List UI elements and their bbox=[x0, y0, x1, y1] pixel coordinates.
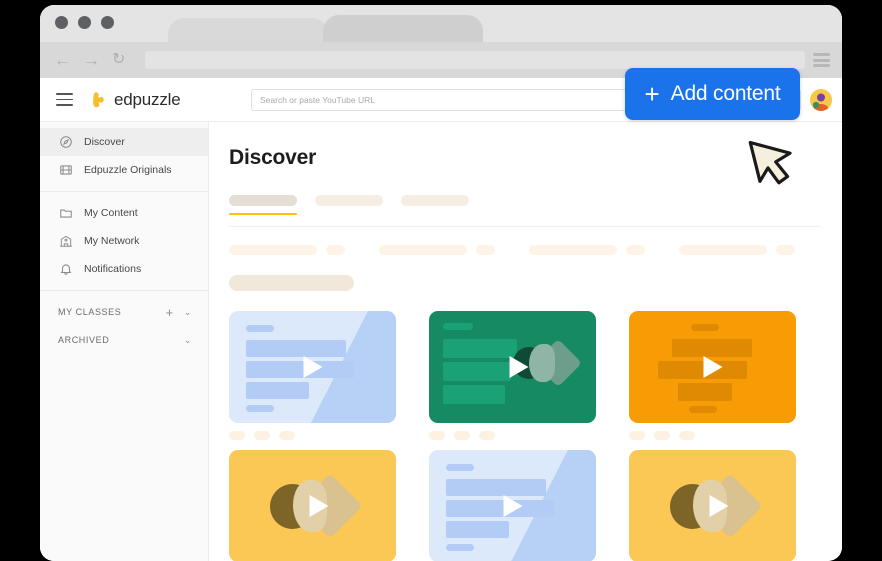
card-meta-placeholders bbox=[429, 431, 596, 440]
sidebar-section-archived[interactable]: ARCHIVED ⌄ bbox=[40, 326, 208, 354]
play-icon bbox=[503, 495, 522, 517]
chrome-menu-icon[interactable] bbox=[813, 53, 830, 67]
sidebar-section-label: MY CLASSES bbox=[58, 307, 122, 317]
maximize-window-dot[interactable] bbox=[101, 16, 114, 29]
card-item[interactable] bbox=[429, 450, 596, 561]
sidebar-item-discover[interactable]: Discover bbox=[40, 128, 208, 156]
chevron-down-icon[interactable]: ⌄ bbox=[184, 335, 192, 346]
sidebar-item-my-content[interactable]: My Content bbox=[40, 199, 208, 227]
filter-placeholder-dot bbox=[476, 245, 495, 255]
card-thumbnail[interactable] bbox=[229, 450, 396, 561]
sidebar-divider-2 bbox=[40, 290, 208, 291]
chevron-down-icon[interactable]: ⌄ bbox=[184, 307, 192, 318]
window-traffic-lights bbox=[55, 16, 114, 29]
avatar[interactable] bbox=[810, 89, 832, 111]
card-meta-placeholders bbox=[629, 431, 796, 440]
sidebar-item-label: My Network bbox=[84, 235, 140, 247]
close-window-dot[interactable] bbox=[55, 16, 68, 29]
sidebar: Discover Edpuzzle Originals My Content M… bbox=[40, 122, 209, 561]
sidebar-item-label: Discover bbox=[84, 136, 125, 148]
filter-placeholder-row bbox=[229, 245, 842, 255]
back-icon[interactable]: ← bbox=[54, 52, 71, 69]
filter-placeholder-dot bbox=[626, 245, 645, 255]
thumb-shape-blob bbox=[529, 344, 555, 382]
app-body: Discover Edpuzzle Originals My Content M… bbox=[40, 122, 842, 561]
play-icon bbox=[509, 356, 529, 378]
sidebar-section-label: ARCHIVED bbox=[58, 335, 110, 345]
sidebar-divider-1 bbox=[40, 191, 208, 192]
filter-placeholder-dot bbox=[326, 245, 345, 255]
hamburger-icon[interactable] bbox=[56, 93, 73, 106]
add-content-button[interactable]: + Add content bbox=[625, 68, 800, 120]
browser-tab-2[interactable] bbox=[323, 15, 483, 42]
card-grid bbox=[229, 311, 842, 561]
play-icon bbox=[709, 495, 729, 517]
card-item[interactable] bbox=[229, 450, 396, 561]
film-strip-icon bbox=[58, 163, 73, 178]
brand-name: edpuzzle bbox=[114, 89, 181, 109]
card-thumbnail[interactable] bbox=[629, 450, 796, 561]
compass-icon bbox=[58, 135, 73, 150]
reload-icon[interactable]: ↻ bbox=[112, 52, 125, 68]
card-item[interactable] bbox=[229, 311, 396, 440]
sidebar-item-label: My Content bbox=[84, 207, 138, 219]
forward-icon[interactable]: → bbox=[83, 52, 100, 69]
card-row bbox=[229, 311, 842, 440]
bell-icon bbox=[58, 262, 73, 277]
sidebar-item-edpuzzle-originals[interactable]: Edpuzzle Originals bbox=[40, 156, 208, 184]
tab-placeholder[interactable] bbox=[401, 195, 469, 206]
minimize-window-dot[interactable] bbox=[78, 16, 91, 29]
play-icon bbox=[703, 356, 722, 378]
card-item[interactable] bbox=[429, 311, 596, 440]
browser-tab-1[interactable] bbox=[168, 18, 328, 42]
card-thumbnail[interactable] bbox=[229, 311, 396, 423]
card-thumbnail[interactable] bbox=[429, 450, 596, 561]
card-thumbnail[interactable] bbox=[429, 311, 596, 423]
search-placeholder: Search or paste YouTube URL bbox=[260, 95, 375, 105]
browser-tab-bar bbox=[40, 5, 842, 42]
card-item[interactable] bbox=[629, 450, 796, 561]
filter-placeholder-bar bbox=[229, 245, 317, 255]
sidebar-section-my-classes[interactable]: MY CLASSES + ⌄ bbox=[40, 298, 208, 326]
card-thumbnail[interactable] bbox=[629, 311, 796, 423]
filter-placeholder-dot bbox=[776, 245, 795, 255]
avatar-illustration bbox=[810, 89, 832, 111]
play-icon bbox=[303, 356, 322, 378]
main-content: Discover bbox=[209, 122, 842, 561]
card-row bbox=[229, 450, 842, 561]
add-class-icon[interactable]: + bbox=[166, 305, 174, 320]
card-item[interactable] bbox=[629, 311, 796, 440]
play-icon bbox=[309, 495, 329, 517]
add-content-label: Add content bbox=[670, 82, 781, 105]
screenshot-root: ← → ↻ edpuzzle Search or paste YouTube U… bbox=[0, 0, 882, 561]
sidebar-item-label: Notifications bbox=[84, 263, 142, 275]
plus-icon: + bbox=[644, 79, 660, 109]
sidebar-item-label: Edpuzzle Originals bbox=[84, 164, 172, 176]
tab-placeholder-selected[interactable] bbox=[229, 195, 297, 215]
section-heading-placeholder bbox=[229, 275, 354, 291]
brand-logo[interactable]: edpuzzle bbox=[90, 89, 181, 110]
filter-placeholder-bar bbox=[529, 245, 617, 255]
card-meta-placeholders bbox=[229, 431, 396, 440]
sidebar-item-my-network[interactable]: My Network bbox=[40, 227, 208, 255]
filter-placeholder-bar bbox=[379, 245, 467, 255]
folder-icon bbox=[58, 206, 73, 221]
tab-placeholder-row bbox=[229, 195, 842, 215]
tab-underline-rule bbox=[229, 226, 821, 227]
page-title: Discover bbox=[229, 146, 317, 169]
address-bar[interactable] bbox=[145, 51, 805, 69]
school-building-icon bbox=[58, 234, 73, 249]
filter-placeholder-bar bbox=[679, 245, 767, 255]
tab-placeholder[interactable] bbox=[315, 195, 383, 206]
sidebar-item-notifications[interactable]: Notifications bbox=[40, 255, 208, 283]
edpuzzle-puzzle-logo-icon bbox=[93, 92, 104, 108]
